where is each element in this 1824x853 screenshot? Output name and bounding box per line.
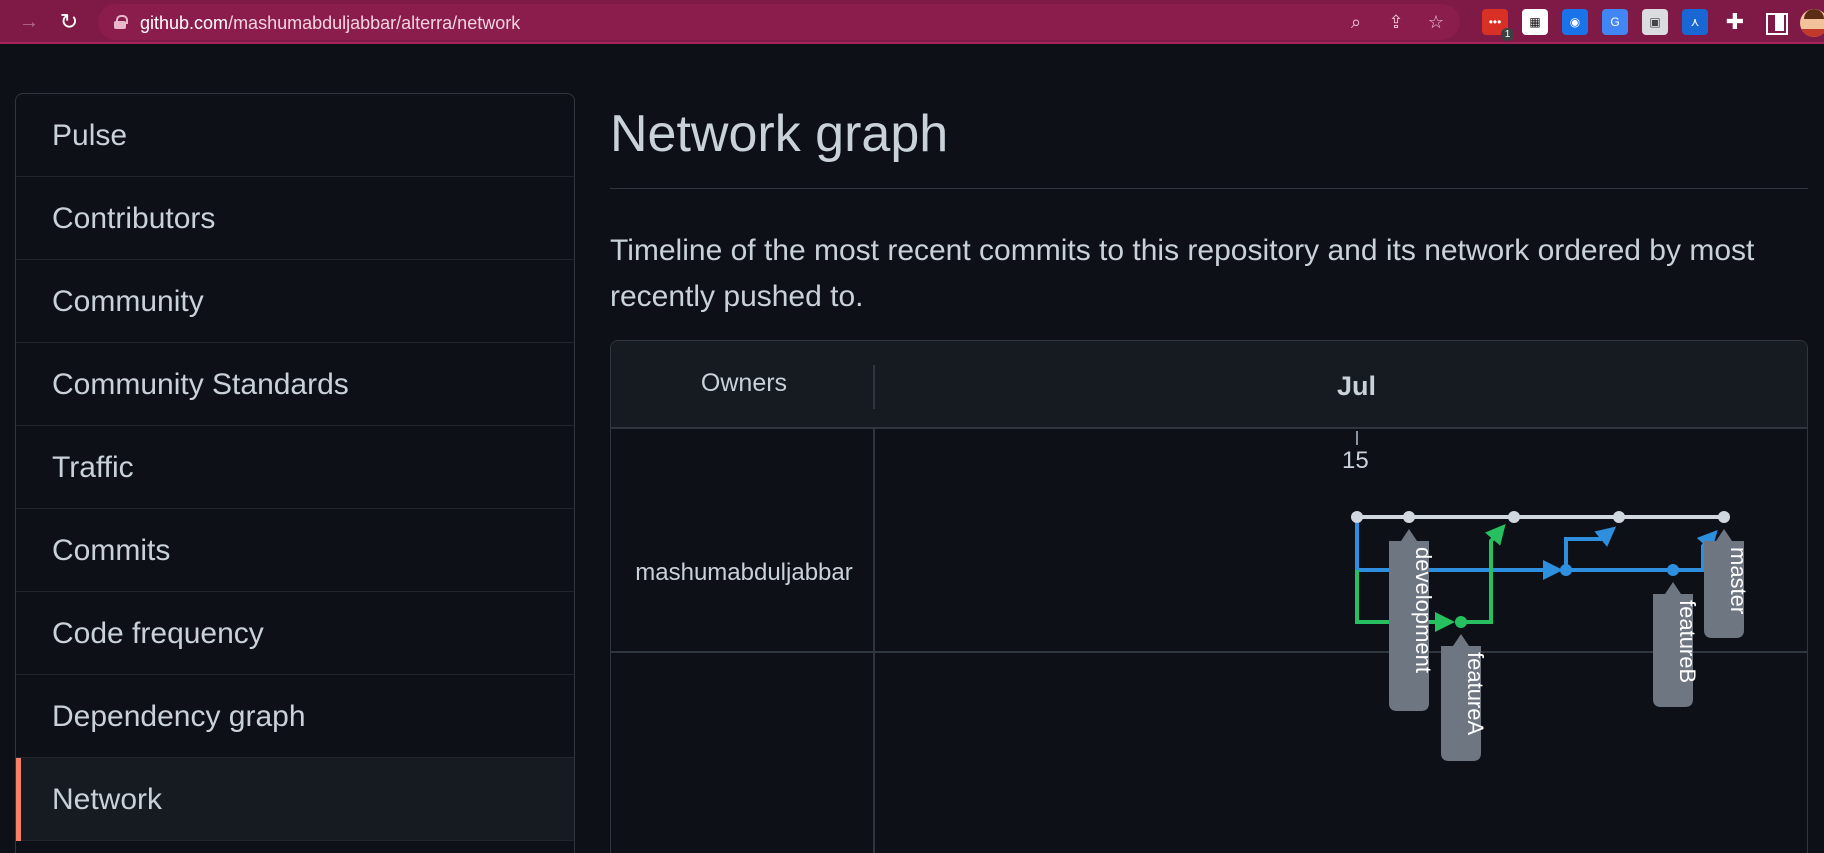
branch-label-text: master <box>1726 547 1751 614</box>
sidebar-item-traffic[interactable]: Traffic <box>16 426 574 509</box>
profile-avatar[interactable] <box>1800 9 1824 37</box>
zoom-icon[interactable]: ⌕ <box>1344 10 1368 34</box>
sidebar-item-pulse[interactable]: Pulse <box>16 94 574 177</box>
qr-code-icon[interactable]: ▦ <box>1522 9 1548 35</box>
sidebar-item-commits[interactable]: Commits <box>16 509 574 592</box>
sidebar-item-community-standards[interactable]: Community Standards <box>16 343 574 426</box>
page-description: Timeline of the most recent commits to t… <box>610 234 1755 313</box>
share-icon[interactable]: ⇪ <box>1384 10 1408 34</box>
commit-dot <box>1613 511 1625 523</box>
translate-icon[interactable]: G <box>1602 9 1628 35</box>
commit-dot <box>1718 511 1730 523</box>
reload-icon[interactable]: ↻ <box>57 10 81 34</box>
commit-dot <box>1508 511 1520 523</box>
commit-dot <box>1351 511 1363 523</box>
branch-label-text: development <box>1411 547 1436 673</box>
puzzle-extensions-icon[interactable]: ✚ <box>1722 9 1748 35</box>
sidebar-item-community[interactable]: Community <box>16 260 574 343</box>
bookmark-star-icon[interactable]: ☆ <box>1424 10 1448 34</box>
address-bar[interactable]: github.com/mashumabduljabbar/alterra/net… <box>98 4 1460 40</box>
browser-toolbar: → ↻ github.com/mashumabduljabbar/alterra… <box>0 0 1824 44</box>
url-text[interactable]: github.com/mashumabduljabbar/alterra/net… <box>140 13 520 34</box>
sidebar-item-contributors[interactable]: Contributors <box>16 177 574 260</box>
commit-graph[interactable]: development featureA featureB master <box>611 341 1808 853</box>
branch-label-text: featureB <box>1675 600 1700 683</box>
extension-icon[interactable]: ••• 1 <box>1482 9 1514 41</box>
commit-dot <box>1403 511 1415 523</box>
sidebar-item-dependency-graph[interactable]: Dependency graph <box>16 675 574 758</box>
branch-label-featurea[interactable]: featureA <box>1441 634 1488 761</box>
branch-label-featureb[interactable]: featureB <box>1653 582 1700 707</box>
sidebar-item-code-frequency[interactable]: Code frequency <box>16 592 574 675</box>
network-graph[interactable]: Owners Jul mashumabduljabbar 15 developm… <box>610 340 1808 853</box>
lock-icon[interactable] <box>114 15 128 29</box>
branch-label-text: featureA <box>1463 652 1488 735</box>
insights-sidebar: Pulse Contributors Community Community S… <box>15 93 575 853</box>
sidebar-item-network[interactable]: Network <box>16 758 574 841</box>
forward-icon[interactable]: → <box>17 10 41 34</box>
branch-label-master[interactable]: master <box>1704 529 1751 638</box>
commit-dot <box>1560 564 1572 576</box>
extension-icon[interactable]: ▣ <box>1642 9 1668 35</box>
screen-capture-icon[interactable]: ◉ <box>1562 9 1588 35</box>
extension-icon[interactable]: ⋏ <box>1682 9 1708 35</box>
merge-arrow <box>1564 526 1617 570</box>
page-title: Network graph <box>610 105 949 163</box>
branch-label-development[interactable]: development <box>1389 529 1436 711</box>
title-divider <box>610 188 1808 189</box>
commit-dot <box>1667 564 1679 576</box>
side-panel-icon[interactable] <box>1762 9 1788 35</box>
merge-arrow <box>1461 523 1506 624</box>
url-host: github.com <box>140 13 229 33</box>
extension-badge: 1 <box>1501 28 1514 41</box>
commit-dot <box>1455 616 1467 628</box>
url-path: /mashumabduljabbar/alterra/network <box>228 13 521 33</box>
development-line <box>1355 517 1563 580</box>
